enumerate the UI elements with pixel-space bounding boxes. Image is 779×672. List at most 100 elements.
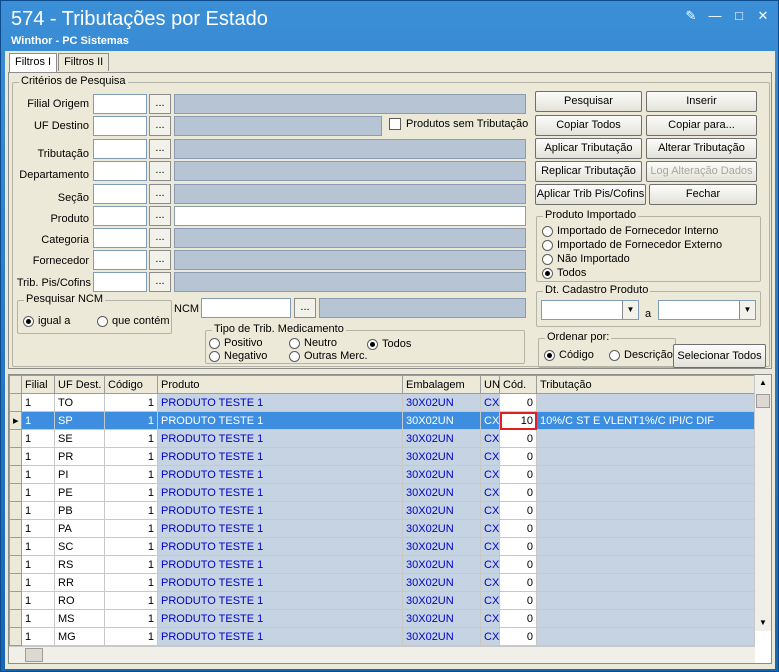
cod-tributacao-cell[interactable]: 0: [499, 519, 537, 538]
importado-todos-radio[interactable]: Todos: [542, 267, 586, 279]
copiar-para-button[interactable]: Copiar para...: [646, 115, 757, 136]
fechar-button[interactable]: Fechar: [649, 184, 757, 205]
tributacao-cell[interactable]: [536, 537, 755, 556]
filial-cell[interactable]: 1: [21, 591, 55, 610]
grid-vertical-scrollbar[interactable]: ▲ ▼: [754, 375, 771, 631]
aplicar-tributacao-button[interactable]: Aplicar Tributação: [535, 138, 642, 159]
produto-cell[interactable]: PRODUTO TESTE 1: [157, 483, 403, 502]
filial-cell[interactable]: 1: [21, 393, 55, 412]
filial-cell[interactable]: 1: [21, 501, 55, 520]
uf-cell[interactable]: PI: [54, 465, 105, 484]
table-row[interactable]: 1 SE 1 PRODUTO TESTE 1 30X02UN CX 0: [9, 429, 755, 448]
tipo-negativo-radio[interactable]: Negativo: [209, 350, 267, 362]
importado-externo-radio[interactable]: Importado de Fornecedor Externo: [542, 239, 722, 251]
tributacao-cell[interactable]: 10%/C ST E VLENT1%/C IPI/C DIF: [536, 411, 755, 430]
filial-origem-lookup-button[interactable]: ...: [149, 94, 171, 114]
filial-cell[interactable]: 1: [21, 627, 55, 646]
cod-tributacao-cell[interactable]: 0: [499, 555, 537, 574]
un-cell[interactable]: CX: [480, 573, 500, 592]
dt-cadastro-from-combo[interactable]: ▼: [541, 300, 639, 320]
filial-cell[interactable]: 1: [21, 573, 55, 592]
categoria-input[interactable]: [93, 228, 147, 248]
edit-window-icon[interactable]: ✎: [684, 9, 698, 23]
uf-cell[interactable]: RR: [54, 573, 105, 592]
tributacao-cell[interactable]: [536, 555, 755, 574]
produto-cell[interactable]: PRODUTO TESTE 1: [157, 447, 403, 466]
cod-tributacao-cell[interactable]: 0: [499, 393, 537, 412]
cod-tributacao-cell[interactable]: 0: [499, 429, 537, 448]
tributacao-cell[interactable]: [536, 519, 755, 538]
uf-cell[interactable]: RO: [54, 591, 105, 610]
selecionar-todos-button[interactable]: Selecionar Todos: [673, 344, 766, 368]
filial-cell[interactable]: 1: [21, 429, 55, 448]
table-row[interactable]: 1 SC 1 PRODUTO TESTE 1 30X02UN CX 0: [9, 537, 755, 556]
table-row[interactable]: 1 PI 1 PRODUTO TESTE 1 30X02UN CX 0: [9, 465, 755, 484]
un-cell[interactable]: CX: [480, 483, 500, 502]
trib-pis-cofins-input[interactable]: [93, 272, 147, 292]
table-row[interactable]: ▸ 1 SP 1 PRODUTO TESTE 1 30X02UN CX 10 10%/C ST …: [9, 411, 755, 430]
grid-horizontal-scrollbar[interactable]: [9, 646, 755, 663]
uf-cell[interactable]: TO: [54, 393, 105, 412]
row-indicator[interactable]: [9, 465, 22, 484]
uf-cell[interactable]: RS: [54, 555, 105, 574]
filial-origem-input[interactable]: [93, 94, 147, 114]
embalagem-cell[interactable]: 30X02UN: [402, 411, 481, 430]
codigo-cell[interactable]: 1: [104, 465, 158, 484]
produto-cell[interactable]: PRODUTO TESTE 1: [157, 411, 403, 430]
un-cell[interactable]: CX: [480, 393, 500, 412]
ncm-lookup-button[interactable]: ...: [294, 298, 316, 318]
ordenar-descricao-radio[interactable]: Descrição: [609, 349, 673, 361]
un-cell[interactable]: CX: [480, 411, 500, 430]
cod-tributacao-cell[interactable]: 10: [499, 411, 537, 430]
un-cell[interactable]: CX: [480, 537, 500, 556]
secao-lookup-button[interactable]: ...: [149, 184, 171, 204]
cod-tributacao-cell[interactable]: 0: [499, 465, 537, 484]
cod-tributacao-cell[interactable]: 0: [499, 483, 537, 502]
minimize-icon[interactable]: —: [708, 9, 722, 23]
pesquisar-button[interactable]: Pesquisar: [535, 91, 642, 112]
codigo-cell[interactable]: 1: [104, 555, 158, 574]
tributacao-grid[interactable]: Filial UF Dest. Código Produto Embalagem…: [8, 374, 772, 664]
codigo-cell[interactable]: 1: [104, 537, 158, 556]
scroll-down-icon[interactable]: ▼: [756, 615, 770, 631]
scroll-thumb[interactable]: [756, 394, 770, 408]
uf-cell[interactable]: SE: [54, 429, 105, 448]
produto-input[interactable]: [93, 206, 147, 226]
column-header[interactable]: UN: [480, 375, 500, 394]
tributacao-cell[interactable]: [536, 501, 755, 520]
cod-tributacao-cell[interactable]: 0: [499, 609, 537, 628]
un-cell[interactable]: CX: [480, 609, 500, 628]
produto-cell[interactable]: PRODUTO TESTE 1: [157, 591, 403, 610]
nao-importado-radio[interactable]: Não Importado: [542, 253, 630, 265]
chevron-down-icon[interactable]: ▼: [739, 301, 755, 319]
chevron-down-icon[interactable]: ▼: [622, 301, 638, 319]
embalagem-cell[interactable]: 30X02UN: [402, 393, 481, 412]
un-cell[interactable]: CX: [480, 591, 500, 610]
row-indicator[interactable]: [9, 429, 22, 448]
cod-tributacao-cell[interactable]: 0: [499, 591, 537, 610]
embalagem-cell[interactable]: 30X02UN: [402, 429, 481, 448]
uf-cell[interactable]: PA: [54, 519, 105, 538]
un-cell[interactable]: CX: [480, 555, 500, 574]
table-row[interactable]: 1 PB 1 PRODUTO TESTE 1 30X02UN CX 0: [9, 501, 755, 520]
table-row[interactable]: 1 TO 1 PRODUTO TESTE 1 30X02UN CX 0: [9, 393, 755, 412]
row-indicator[interactable]: [9, 609, 22, 628]
uf-destino-lookup-button[interactable]: ...: [149, 116, 171, 136]
ncm-que-contem-radio[interactable]: que contém: [97, 315, 169, 327]
column-header[interactable]: Produto: [157, 375, 403, 394]
tributacao-cell[interactable]: [536, 573, 755, 592]
aplicar-trib-pis-cofins-button[interactable]: Aplicar Trib Pis/Cofins: [535, 184, 646, 205]
embalagem-cell[interactable]: 30X02UN: [402, 447, 481, 466]
tab-filtros-1[interactable]: Filtros I: [9, 53, 58, 73]
table-row[interactable]: 1 MG 1 PRODUTO TESTE 1 30X02UN CX 0: [9, 627, 755, 646]
embalagem-cell[interactable]: 30X02UN: [402, 627, 481, 646]
tributacao-cell[interactable]: [536, 483, 755, 502]
row-indicator[interactable]: [9, 627, 22, 646]
maximize-icon[interactable]: □: [732, 9, 746, 23]
codigo-cell[interactable]: 1: [104, 501, 158, 520]
ncm-igual-a-radio[interactable]: igual a: [23, 315, 70, 327]
ncm-input[interactable]: [201, 298, 291, 318]
filial-cell[interactable]: 1: [21, 465, 55, 484]
table-row[interactable]: 1 PE 1 PRODUTO TESTE 1 30X02UN CX 0: [9, 483, 755, 502]
log-alteracao-button[interactable]: Log Alteração Dados: [646, 161, 757, 182]
